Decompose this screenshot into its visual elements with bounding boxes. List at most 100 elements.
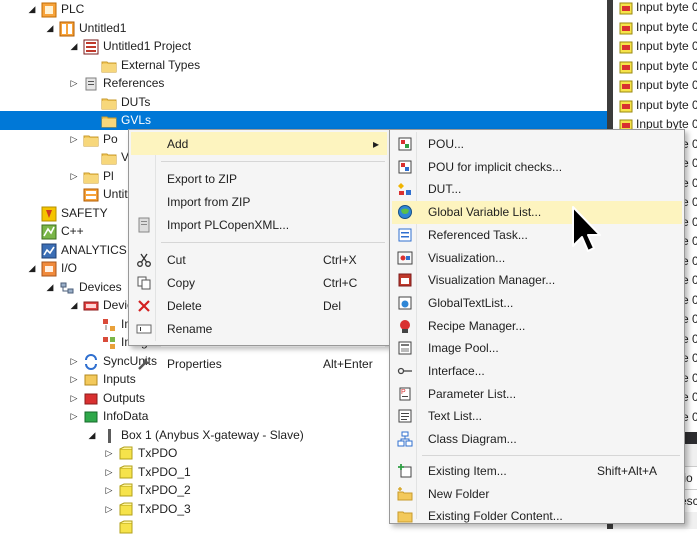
menu-item-parameter-list[interactable]: P Parameter List... <box>392 383 682 406</box>
collapse-arrow-icon[interactable]: ◢ <box>45 281 55 293</box>
menu-item-label: Rename <box>167 322 213 336</box>
tree-node[interactable]: External Types <box>0 56 608 75</box>
tree-node-label: GVLs <box>121 113 152 127</box>
global-textlist-icon <box>397 295 413 311</box>
folder-icon <box>83 132 99 146</box>
expand-arrow-icon[interactable]: ▷ <box>104 447 114 459</box>
menu-item-recipe-manager[interactable]: Recipe Manager... <box>392 315 682 338</box>
menu-item-label: Export to ZIP <box>167 172 238 186</box>
variable-row[interactable]: Input byte 0 <box>613 37 697 56</box>
menu-item-import-from-zip[interactable]: Import from ZIP <box>131 190 387 213</box>
tree-node-label: Devices <box>79 279 122 294</box>
menu-item-delete[interactable]: Delete Del <box>131 294 387 317</box>
tree-node[interactable]: ◢ PLC <box>0 0 608 19</box>
menu-item-export-to-zip[interactable]: Export to ZIP <box>131 167 387 190</box>
collapse-arrow-icon[interactable]: ◢ <box>69 299 79 311</box>
submenu-arrow-icon: ▸ <box>373 137 380 151</box>
menu-item-globaltextlist[interactable]: GlobalTextList... <box>392 292 682 315</box>
menu-item-existing-item[interactable]: Existing Item... Shift+Alt+A <box>392 460 682 483</box>
menu-item-properties[interactable]: Properties Alt+Enter <box>131 352 387 375</box>
menu-item-add[interactable]: Add ▸ <box>131 132 387 155</box>
collapse-arrow-icon[interactable]: ◢ <box>87 429 97 441</box>
menu-item-pou[interactable]: POU... <box>392 133 682 156</box>
menu-item-label: Import from ZIP <box>167 195 251 209</box>
tree-node[interactable]: GVLs <box>0 111 608 130</box>
tree-node[interactable]: ◢ Untitled1 Project <box>0 37 608 56</box>
tree-node[interactable]: DUTs <box>0 93 608 112</box>
pdo-icon <box>118 465 133 479</box>
menu-separator <box>161 242 385 243</box>
menu-item-dut[interactable]: DUT... <box>392 178 682 201</box>
menu-item-global-variable-list[interactable]: Global Variable List... <box>392 201 682 224</box>
menu-item-shortcut: Shift+Alt+A <box>597 463 658 478</box>
collapse-arrow-icon[interactable]: ◢ <box>45 22 55 34</box>
menu-item-visualization[interactable]: Visualization... <box>392 247 682 270</box>
box-icon <box>101 428 116 443</box>
dut-icon <box>397 181 413 197</box>
tree-node[interactable]: ◢ Untitled1 <box>0 19 608 38</box>
tree-node-label: DUTs <box>121 94 151 109</box>
tree-node-label: I/O <box>61 261 78 275</box>
tree-node-label: Untit <box>103 187 128 201</box>
tree-node-label: Untitled1 Project <box>103 39 192 53</box>
variable-row[interactable]: Input byte 0 <box>613 76 697 95</box>
variable-row[interactable]: Input byte 0 <box>613 57 697 76</box>
tree-node-label: TxPDO_2 <box>138 483 191 497</box>
tree-node-label: External Types <box>121 57 201 72</box>
tree-node-label: ANALYTICS <box>61 242 127 257</box>
menu-item-class-diagram[interactable]: Class Diagram... <box>392 428 682 451</box>
menu-item-copy[interactable]: Copy Ctrl+C <box>131 271 387 294</box>
menu-item-import-plcopenxml[interactable]: Import PLCopenXML... <box>131 213 387 236</box>
menu-item-interface[interactable]: Interface... <box>392 360 682 383</box>
tree-node-label: InfoData <box>103 409 149 423</box>
menu-item-label: Visualization... <box>428 250 506 265</box>
plc-icon <box>41 2 57 18</box>
folder-icon <box>101 150 117 165</box>
menu-item-label: GlobalTextList... <box>428 295 514 310</box>
menu-item-rename[interactable]: Rename <box>131 317 387 340</box>
variable-row-label: Input byte 0 <box>636 39 697 53</box>
add-submenu: POU... POU for implicit checks... DUT... Gl… <box>389 129 685 524</box>
menu-item-image-pool[interactable]: Image Pool... <box>392 337 682 360</box>
globe-icon <box>397 204 413 220</box>
tree-node-label: Pl <box>103 168 114 183</box>
expand-arrow-icon[interactable]: ▷ <box>104 503 114 515</box>
expand-arrow-icon[interactable]: ▷ <box>69 355 79 367</box>
collapse-arrow-icon[interactable]: ◢ <box>27 262 37 274</box>
variable-row[interactable]: Input byte 0 <box>613 18 697 37</box>
menu-item-cut[interactable]: Cut Ctrl+X <box>131 248 387 271</box>
variable-row[interactable]: Input byte 0 <box>613 96 697 115</box>
collapse-arrow-icon[interactable]: ◢ <box>27 3 37 15</box>
menu-item-label: POU for implicit checks... <box>428 159 563 174</box>
expand-arrow-icon[interactable]: ▷ <box>69 77 79 89</box>
menu-item-label: Image Pool... <box>428 341 499 356</box>
project-icon <box>83 39 99 55</box>
image-icon <box>101 317 116 331</box>
tree-node[interactable]: ▷ References <box>0 74 608 93</box>
menu-item-pou-for-implicit-checks[interactable]: POU for implicit checks... <box>392 156 682 179</box>
expand-arrow-icon[interactable]: ▷ <box>69 373 79 385</box>
visualization-icon <box>397 250 413 266</box>
menu-item-new-folder[interactable]: New Folder <box>392 483 682 506</box>
expand-arrow-icon[interactable]: ▷ <box>69 392 79 404</box>
collapse-arrow-icon[interactable]: ◢ <box>69 40 79 52</box>
menu-item-label: Class Diagram... <box>428 432 517 447</box>
expand-arrow-icon[interactable]: ▷ <box>69 410 79 422</box>
expand-arrow-icon[interactable]: ▷ <box>104 466 114 478</box>
variable-row[interactable]: Input byte 0 <box>613 0 697 17</box>
expand-arrow-icon[interactable]: ▷ <box>69 170 79 182</box>
visualization-manager-icon <box>397 272 413 288</box>
menu-item-visualization-manager[interactable]: Visualization Manager... <box>392 269 682 292</box>
menu-item-text-list[interactable]: Text List... <box>392 405 682 428</box>
tree-node-label: SAFETY <box>61 205 108 220</box>
expand-arrow-icon[interactable]: ▷ <box>104 484 114 496</box>
menu-item-existing-folder-content[interactable]: Existing Folder Content... <box>392 505 682 528</box>
recipe-icon <box>397 318 413 334</box>
pou-icon <box>397 136 413 152</box>
expand-arrow-icon[interactable]: ▷ <box>69 133 79 145</box>
folder-icon <box>83 169 99 183</box>
variable-row-label: Input byte 0 <box>636 97 697 112</box>
existing-item-icon <box>397 463 413 479</box>
menu-item-label: Referenced Task... <box>428 227 528 242</box>
menu-item-referenced-task[interactable]: Referenced Task... <box>392 224 682 247</box>
